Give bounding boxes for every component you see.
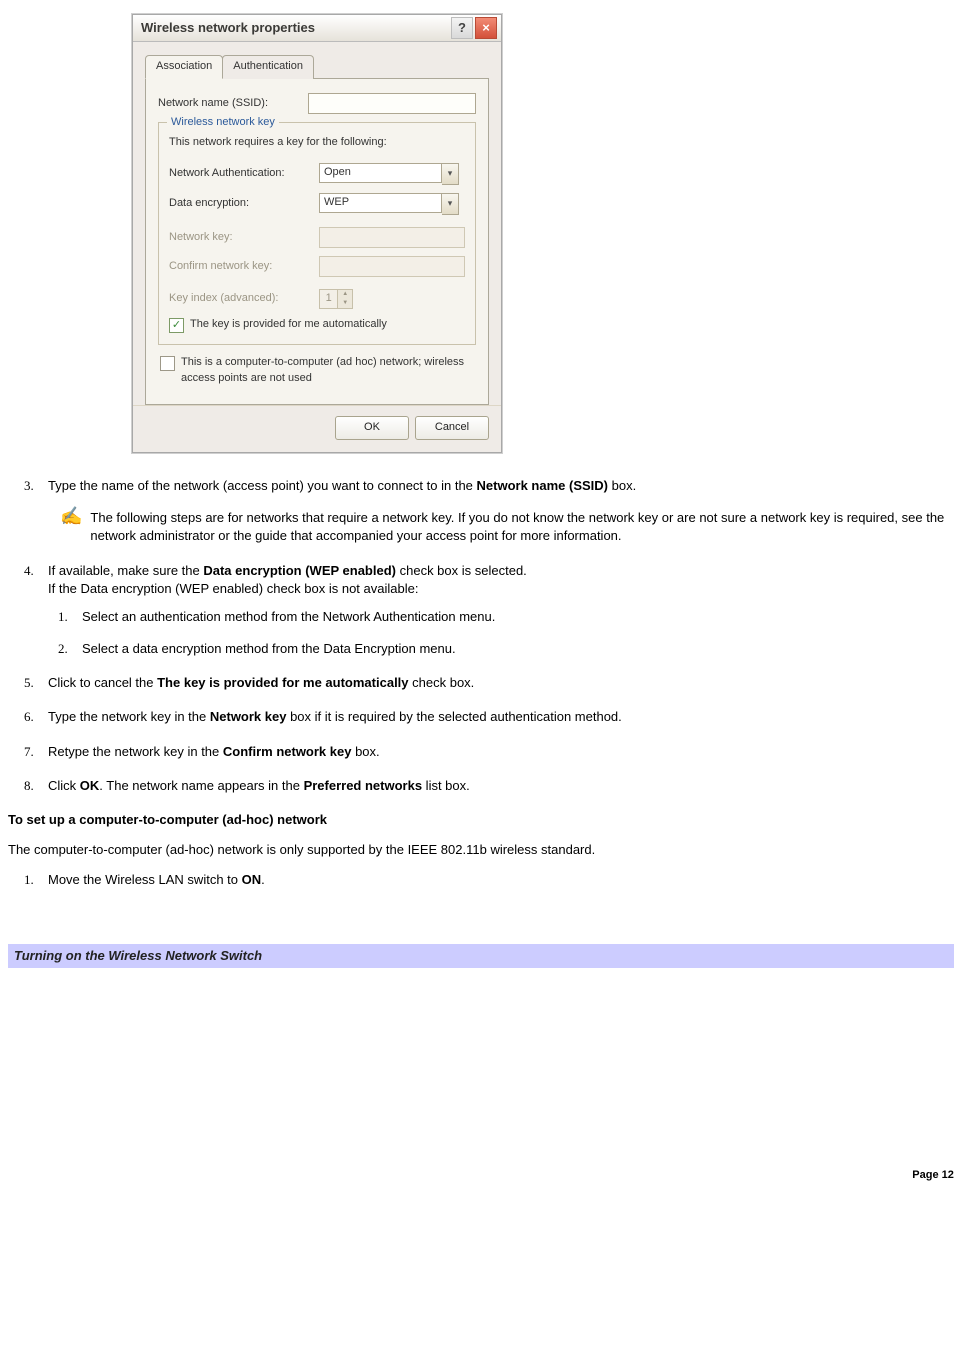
net-auth-value: Open [319, 163, 442, 183]
spinner-arrows-icon: ▲▼ [338, 289, 353, 309]
cancel-button[interactable]: Cancel [415, 416, 489, 440]
data-enc-value: WEP [319, 193, 442, 213]
close-button[interactable]: × [475, 17, 497, 39]
pencil-note-icon: ✍ [60, 507, 82, 543]
step-4: If available, make sure the Data encrypt… [48, 562, 954, 659]
group-legend: Wireless network key [167, 115, 279, 130]
auto-key-checkbox[interactable]: ✓ [169, 318, 184, 333]
confirm-key-input[interactable] [319, 256, 465, 277]
dialog-title: Wireless network properties [141, 19, 449, 37]
data-enc-select[interactable]: WEP ▾ [319, 193, 459, 215]
tab-association[interactable]: Association [145, 55, 223, 79]
step-8: Click OK. The network name appears in th… [48, 777, 954, 795]
step-4-2: Select a data encryption method from the… [82, 640, 954, 658]
ssid-input[interactable] [308, 93, 476, 114]
step-6: Type the network key in the Network key … [48, 708, 954, 726]
help-button[interactable]: ? [451, 17, 473, 39]
net-auth-select[interactable]: Open ▾ [319, 163, 459, 185]
ok-button[interactable]: OK [335, 416, 409, 440]
wireless-properties-dialog: Wireless network properties ? × Associat… [132, 14, 502, 453]
step-4-1: Select an authentication method from the… [82, 608, 954, 626]
chevron-down-icon: ▾ [442, 163, 459, 185]
tabstrip: Association Authentication [145, 54, 489, 79]
step-3: Type the name of the network (access poi… [48, 477, 954, 546]
wireless-key-group: Wireless network key This network requir… [158, 122, 476, 345]
chevron-down-icon: ▾ [442, 193, 459, 215]
note-text: The following steps are for networks tha… [90, 509, 954, 545]
key-index-value: 1 [319, 289, 338, 309]
adhoc-intro: The computer-to-computer (ad-hoc) networ… [8, 841, 954, 859]
ssid-label: Network name (SSID): [158, 96, 308, 111]
confirm-key-label: Confirm network key: [169, 259, 319, 274]
key-index-spinner[interactable]: 1 ▲▼ [319, 289, 353, 309]
auto-key-label: The key is provided for me automatically [190, 317, 387, 332]
network-key-label: Network key: [169, 230, 319, 245]
network-key-input[interactable] [319, 227, 465, 248]
note-block: ✍ The following steps are for networks t… [60, 509, 954, 545]
step-5: Click to cancel the The key is provided … [48, 674, 954, 692]
dialog-titlebar: Wireless network properties ? × [133, 15, 501, 42]
adhoc-label: This is a computer-to-computer (ad hoc) … [181, 355, 474, 386]
group-intro: This network requires a key for the foll… [169, 135, 465, 150]
net-auth-label: Network Authentication: [169, 166, 319, 181]
adhoc-step-1: Move the Wireless LAN switch to ON. [48, 871, 954, 889]
data-enc-label: Data encryption: [169, 196, 319, 211]
adhoc-checkbox[interactable]: ✓ [160, 356, 175, 371]
tab-authentication[interactable]: Authentication [222, 55, 314, 79]
adhoc-heading: To set up a computer-to-computer (ad-hoc… [8, 811, 954, 829]
section-bar: Turning on the Wireless Network Switch [8, 944, 954, 968]
key-index-label: Key index (advanced): [169, 291, 319, 306]
step-7: Retype the network key in the Confirm ne… [48, 743, 954, 761]
page-number: Page 129 [8, 1168, 954, 1183]
